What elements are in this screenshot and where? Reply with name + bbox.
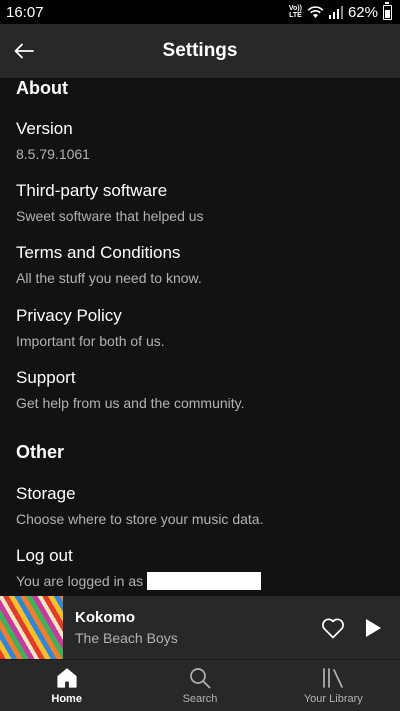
tab-label: Search (182, 692, 218, 705)
like-button[interactable] (318, 613, 348, 643)
tab-your-library[interactable]: Your Library (267, 660, 400, 711)
status-icons: Vo)) LTE 62% (288, 1, 392, 21)
status-time: 16:07 (6, 3, 44, 21)
setting-log-out[interactable]: Log out You are logged in as (16, 546, 386, 590)
play-icon (366, 618, 381, 637)
setting-support[interactable]: Support Get help from us and the communi… (16, 368, 386, 412)
setting-title: Support (16, 368, 76, 387)
setting-title: Terms and Conditions (16, 243, 181, 262)
heart-icon (322, 617, 344, 638)
setting-subtitle: Choose where to store your music data. (16, 511, 264, 527)
library-icon (323, 667, 344, 688)
setting-terms-and-conditions[interactable]: Terms and Conditions All the stuff you n… (16, 243, 386, 287)
app-header: Settings (0, 24, 400, 78)
setting-subtitle: Important for both of us. (16, 333, 165, 349)
bottom-nav: Home Search Your Library (0, 659, 400, 711)
page-title: Settings (162, 40, 238, 61)
play-button[interactable] (358, 613, 388, 643)
search-icon (190, 667, 211, 688)
volte-icon: Vo)) LTE (288, 5, 302, 19)
redacted-username (147, 572, 262, 590)
setting-subtitle: All the stuff you need to know. (16, 270, 202, 286)
back-arrow-icon (14, 43, 34, 59)
track-artist: The Beach Boys (75, 629, 178, 646)
home-icon (57, 667, 77, 688)
battery-percent: 62% (347, 3, 378, 21)
tab-home[interactable]: Home (0, 660, 133, 711)
mini-player[interactable]: Kokomo The Beach Boys (0, 596, 400, 659)
setting-subtitle: Sweet software that helped us (16, 208, 204, 224)
tab-search[interactable]: Search (133, 660, 266, 711)
setting-title: Storage (16, 484, 76, 503)
setting-privacy-policy[interactable]: Privacy Policy Important for both of us. (16, 306, 386, 350)
setting-storage[interactable]: Storage Choose where to store your music… (16, 484, 386, 528)
section-header-other: Other (16, 442, 65, 462)
wifi-icon (307, 5, 324, 18)
section-header-about: About (16, 78, 68, 98)
tab-label: Your Library (303, 692, 363, 705)
setting-title: Third-party software (16, 181, 168, 200)
track-info[interactable]: Kokomo The Beach Boys (75, 609, 318, 647)
setting-version[interactable]: Version 8.5.79.1061 (16, 119, 386, 163)
setting-title: Privacy Policy (16, 306, 122, 325)
setting-title: Log out (16, 546, 73, 565)
signal-icon (328, 5, 343, 19)
settings-list[interactable]: About Version 8.5.79.1061 Third-party so… (0, 78, 400, 596)
status-bar: 16:07 Vo)) LTE 62% (0, 0, 400, 24)
setting-subtitle: 8.5.79.1061 (16, 146, 90, 162)
setting-subtitle: You are logged in as (16, 572, 386, 590)
setting-third-party-software[interactable]: Third-party software Sweet software that… (16, 181, 386, 225)
tab-label: Home (51, 692, 82, 705)
setting-title: Version (16, 119, 73, 138)
logged-in-label: You are logged in as (16, 573, 144, 589)
track-title: Kokomo (75, 608, 135, 626)
battery-icon (383, 1, 392, 20)
setting-subtitle: Get help from us and the community. (16, 395, 245, 411)
album-art (0, 596, 63, 659)
back-button[interactable] (8, 35, 40, 67)
